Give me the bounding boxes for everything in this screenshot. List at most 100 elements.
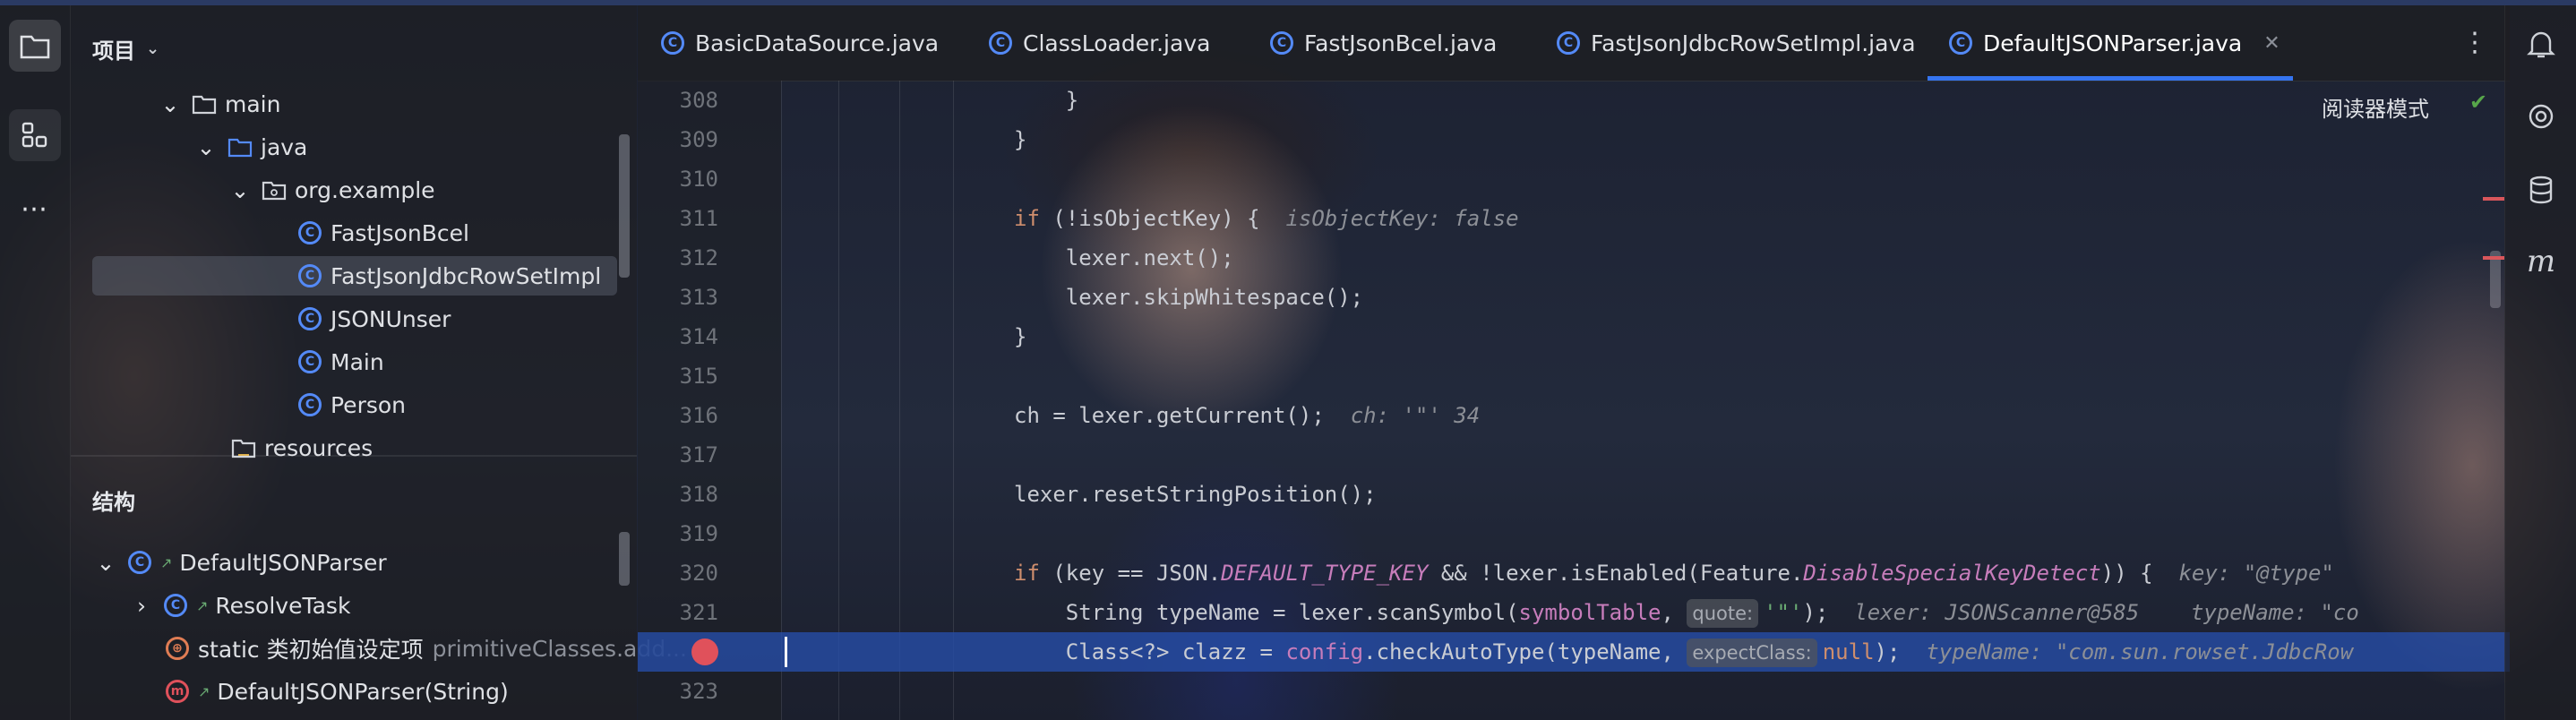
code-line-320[interactable]: 320 if (key == JSON.DEFAULT_TYPE_KEY && …	[638, 553, 2510, 593]
constant: DEFAULT_TYPE_KEY	[1221, 561, 1429, 586]
public-icon: ↗	[196, 596, 209, 614]
tree-item-fastjsonbcel[interactable]: C FastJsonBcel	[296, 213, 469, 253]
line-number: 308	[679, 88, 718, 113]
tree-item-java[interactable]: ⌄ java	[196, 127, 308, 167]
close-icon[interactable]: ✕	[2263, 32, 2280, 55]
more-vertical-icon[interactable]: ⋮	[2461, 27, 2488, 59]
chevron-down-icon: ⌄	[196, 133, 216, 160]
tab-label: BasicDataSource.java	[695, 30, 940, 56]
code-line-317[interactable]: 317	[638, 435, 2510, 475]
line-number: 321	[679, 600, 718, 625]
code-line-321[interactable]: 321 String typeName = lexer.scanSymbol(s…	[638, 593, 2510, 632]
string-literal: '"'	[1764, 600, 1803, 625]
code-fragment: (!isObjectKey) {	[1039, 206, 1260, 231]
code-line-311[interactable]: 311 if (!isObjectKey) { isObjectKey: fal…	[638, 199, 2510, 238]
chevron-right-icon: ›	[137, 592, 146, 619]
project-panel-title: 项目	[92, 38, 135, 64]
line-number: 320	[679, 561, 718, 586]
code-line-308[interactable]: 308 }	[638, 81, 2510, 120]
code-line-316[interactable]: 316 ch = lexer.getCurrent(); ch: '"' 34	[638, 396, 2510, 435]
class-icon: C	[1949, 31, 1972, 55]
error-stripe-marker[interactable]	[2483, 256, 2504, 260]
chevron-down-icon: ⌄	[96, 549, 116, 576]
line-number: 309	[679, 127, 718, 152]
tree-item-resources[interactable]: resources	[230, 428, 373, 467]
structure-item-constructor[interactable]: m ↗ DefaultJSONParser(String)	[164, 672, 509, 711]
code-fragment: String typeName = lexer.scanSymbol(	[1014, 600, 1519, 625]
tree-item-label: JSONUnser	[331, 305, 451, 332]
tab-basicdatasource[interactable]: C BasicDataSource.java	[661, 5, 939, 81]
right-tool-strip: m	[2504, 5, 2576, 720]
structure-item-static-init[interactable]: ⊕ static 类初始值设定项 primitiveClasses.add...	[164, 629, 687, 668]
class-run-icon: C	[1270, 31, 1293, 55]
parameter-hint: expectClass:	[1687, 639, 1817, 667]
chevron-down-icon: ⌄	[230, 176, 250, 203]
structure-item-defaultjsonparser[interactable]: ⌄ C ↗ DefaultJSONParser	[96, 543, 387, 582]
breakpoint-icon[interactable]	[691, 639, 718, 665]
code-line-314[interactable]: 314 }	[638, 317, 2510, 356]
code-fragment: (key == JSON.	[1039, 561, 1222, 586]
debug-value-hint: key: "@type"	[2178, 561, 2334, 586]
code-text: }	[1014, 88, 1079, 113]
debug-value-hint: typeName: "com.sun.rowset.JdbcRow	[1926, 639, 2354, 664]
project-folder-icon[interactable]	[9, 20, 61, 72]
code-text: lexer.resetStringPosition();	[1014, 482, 1377, 507]
structure-icon[interactable]	[9, 109, 61, 161]
code-line-319[interactable]: 319	[638, 514, 2510, 553]
tab-classloader[interactable]: C ClassLoader.java	[989, 5, 1210, 81]
code-line-313[interactable]: 313 lexer.skipWhitespace();	[638, 278, 2510, 317]
code-text: Class<?> clazz = config.checkAutoType(ty…	[1014, 632, 2353, 672]
structure-item-label: DefaultJSONParser(String)	[217, 678, 509, 705]
tab-fastjsonbcel[interactable]: C FastJsonBcel.java	[1270, 5, 1497, 81]
maven-icon[interactable]: m	[2521, 242, 2561, 281]
line-number: 319	[679, 521, 718, 546]
tab-fastjsonjdbcrowsetimpl[interactable]: C FastJsonJdbcRowSetImpl.java	[1557, 5, 1916, 81]
structure-item-label: static 类初始值设定项	[198, 637, 424, 663]
constant: DisableSpecialKeyDetect	[1803, 561, 2101, 586]
tree-item-label: Main	[331, 348, 384, 375]
code-line-322[interactable]: 322 Class<?> clazz = config.checkAutoTyp…	[638, 632, 2510, 672]
code-line-315[interactable]: 315	[638, 356, 2510, 396]
text-caret	[785, 637, 787, 667]
project-scrollbar[interactable]	[619, 134, 630, 278]
tree-item-main-class[interactable]: C Main	[296, 342, 384, 381]
structure-item-label: DefaultJSONParser	[179, 549, 387, 576]
code-line-323[interactable]: 323	[638, 672, 2510, 711]
notifications-icon[interactable]	[2521, 25, 2561, 64]
code-text: ch = lexer.getCurrent(); ch: '"' 34	[1014, 396, 1480, 435]
keyword: if	[1014, 561, 1040, 586]
tab-defaultjsonparser[interactable]: C DefaultJSONParser.java ✕	[1928, 5, 2293, 81]
tree-item-fastjsonjdbcrowsetimpl[interactable]: C FastJsonJdbcRowSetImpl	[92, 256, 617, 296]
structure-item-resolvetask[interactable]: › C ↗ ResolveTask	[132, 586, 350, 625]
tree-item-label: FastJsonBcel	[331, 219, 469, 246]
code-fragment: Class<?> clazz =	[1014, 639, 1286, 664]
structure-scrollbar[interactable]	[619, 532, 630, 586]
code-line-318[interactable]: 318 lexer.resetStringPosition();	[638, 475, 2510, 514]
tree-item-main[interactable]: ⌄ main	[160, 84, 281, 124]
project-panel: 项目 ⌄ ⌄ main ⌄ java ⌄ org.example C FastJ…	[71, 5, 687, 720]
line-number: 314	[679, 324, 718, 349]
project-panel-header[interactable]: 项目 ⌄	[92, 30, 159, 66]
left-tool-strip: ⋯	[0, 5, 71, 720]
class-icon: C	[126, 549, 153, 576]
more-tools-icon[interactable]: ⋯	[9, 183, 61, 235]
editor: C BasicDataSource.java C ClassLoader.jav…	[638, 5, 2510, 720]
code-line-309[interactable]: 309 }	[638, 120, 2510, 159]
public-icon: ↗	[198, 682, 210, 700]
class-run-icon: C	[296, 305, 323, 332]
debug-value-hint: isObjectKey: false	[1285, 206, 1519, 231]
class-run-icon: C	[296, 219, 323, 246]
tree-item-jsonunser[interactable]: C JSONUnser	[296, 299, 451, 339]
tree-item-person[interactable]: C Person	[296, 385, 406, 424]
class-icon: C	[989, 31, 1012, 55]
error-stripe-marker[interactable]	[2483, 197, 2504, 201]
tree-item-org-example[interactable]: ⌄ org.example	[230, 170, 435, 210]
parameter-hint: quote:	[1687, 599, 1759, 628]
initializer-icon: ⊕	[164, 635, 191, 662]
ai-assistant-icon[interactable]	[2521, 97, 2561, 136]
code-line-310[interactable]: 310	[638, 159, 2510, 199]
database-icon[interactable]	[2521, 170, 2561, 210]
field-ref: config	[1285, 639, 1364, 664]
line-number: 311	[679, 206, 718, 231]
code-line-312[interactable]: 312 lexer.next();	[638, 238, 2510, 278]
